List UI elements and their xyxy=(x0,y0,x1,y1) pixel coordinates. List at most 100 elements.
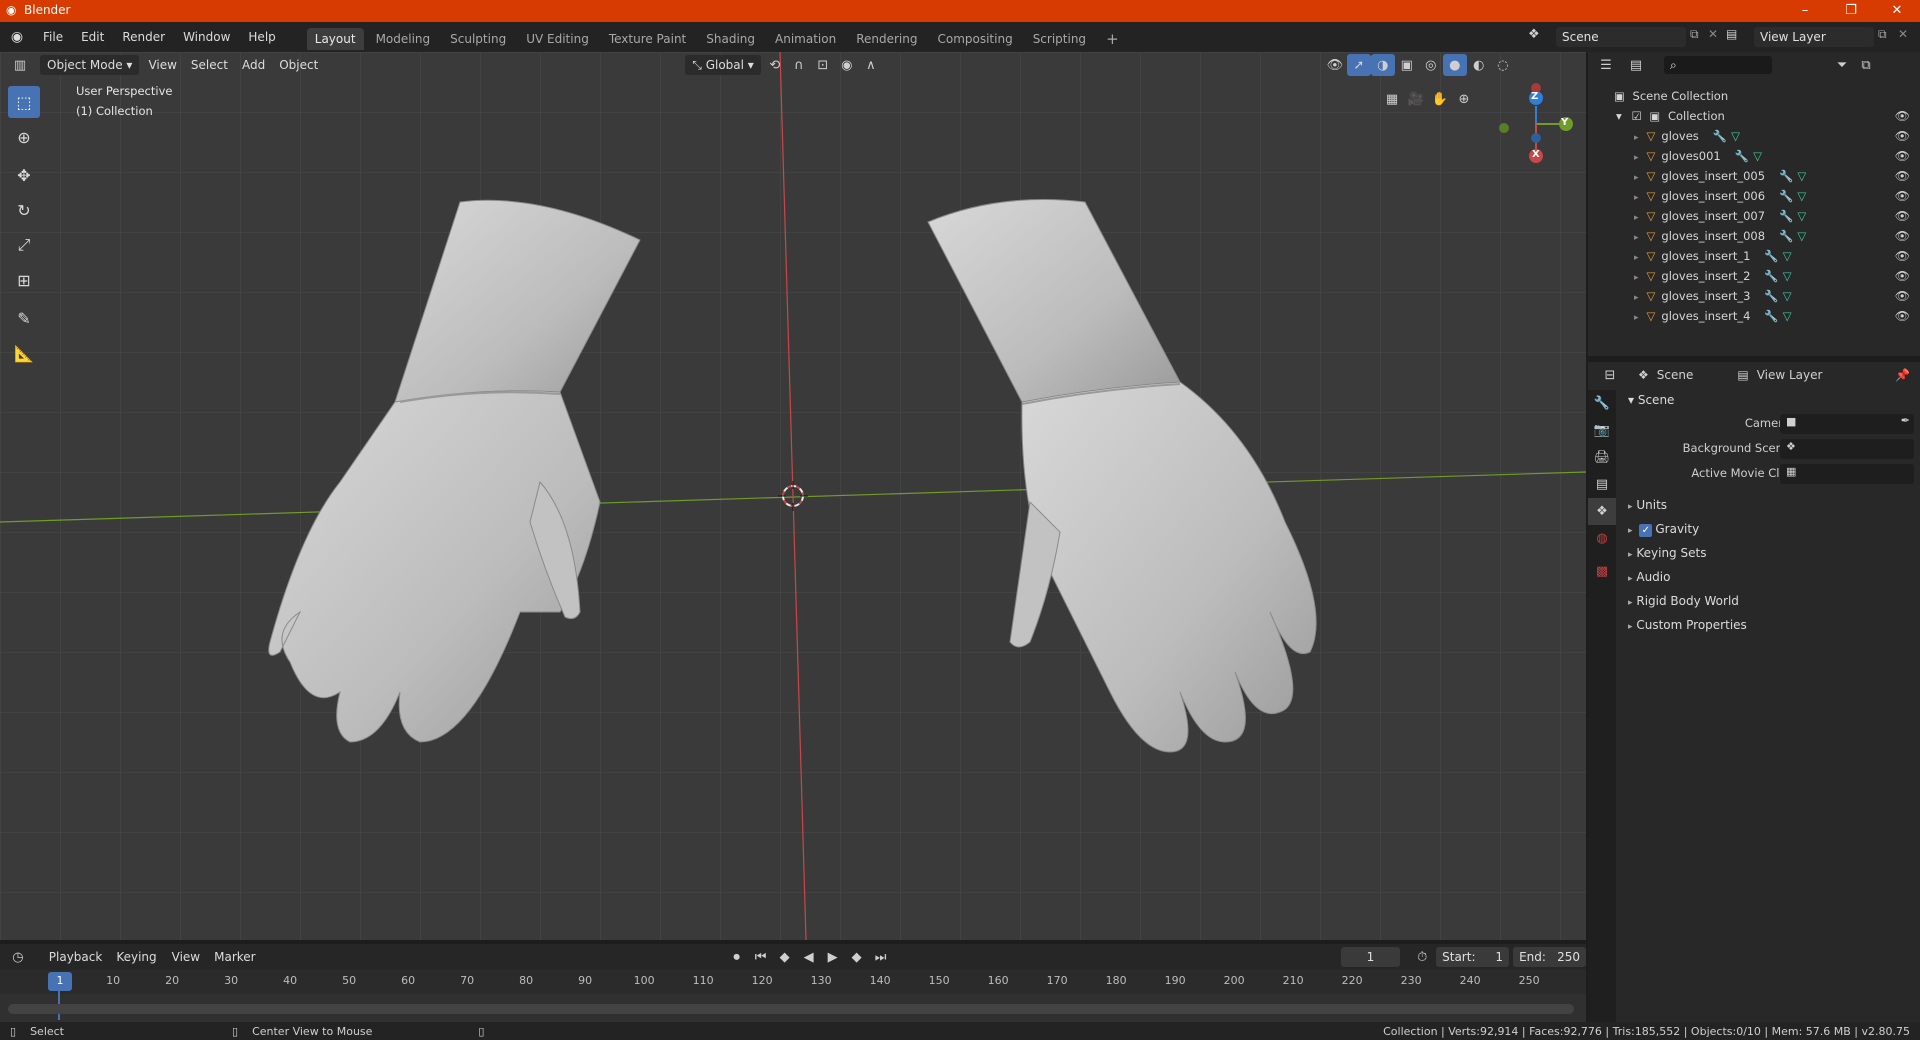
snap-magnet-icon[interactable]: ∩ xyxy=(787,54,811,76)
scene-collection-row[interactable]: ▣ Scene Collection xyxy=(1588,86,1920,106)
zoom-icon[interactable]: ⊕ xyxy=(1452,88,1476,110)
visibility-icon[interactable]: 👁 xyxy=(1323,54,1347,76)
pivot-point-icon[interactable]: ⟲ xyxy=(763,54,787,76)
world-tab-icon[interactable]: ◍ xyxy=(1588,525,1616,552)
menu-file[interactable]: File xyxy=(34,22,72,52)
outliner-object-row[interactable]: ▸ ▽ gloves_insert_4 🔧 ▽ 👁 xyxy=(1588,306,1920,326)
mesh-data-icon[interactable]: ▽ xyxy=(1797,229,1806,243)
view-layer-tab-icon-side[interactable]: ▤ xyxy=(1588,471,1616,498)
rotate-tool-icon[interactable]: ↻ xyxy=(8,194,40,226)
output-tab-icon[interactable]: 🖨 xyxy=(1588,444,1616,471)
eye-icon[interactable]: 👁 xyxy=(1895,206,1910,226)
marker-menu[interactable]: Marker xyxy=(207,947,262,967)
play-icon[interactable]: ▶ xyxy=(821,946,845,968)
expand-arrow-icon[interactable]: ▸ xyxy=(1634,133,1639,143)
jump-end-icon[interactable]: ⏭ xyxy=(869,946,893,968)
property-subsection[interactable]: ▸ Keying Sets xyxy=(1620,541,1920,565)
eye-icon[interactable]: 👁 xyxy=(1895,246,1910,266)
expand-arrow-icon[interactable]: ▸ xyxy=(1634,173,1639,183)
material-shading-icon[interactable]: ◐ xyxy=(1467,54,1491,76)
tab-modeling[interactable]: Modeling xyxy=(368,28,439,50)
new-scene-icon[interactable]: ⧉ xyxy=(1690,27,1699,42)
current-frame-field[interactable]: 1 xyxy=(1340,947,1401,967)
property-subsection[interactable]: ▸ Audio xyxy=(1620,565,1920,589)
minimize-button[interactable]: – xyxy=(1782,0,1828,22)
tab-compositing[interactable]: Compositing xyxy=(929,28,1020,50)
display-mode-icon[interactable]: ▤ xyxy=(1624,54,1648,76)
grid-view-icon[interactable]: ▦ xyxy=(1380,88,1404,110)
maximize-button[interactable]: ❐ xyxy=(1828,0,1874,22)
gizmo-toggle-icon[interactable]: ➚ xyxy=(1346,54,1371,76)
tool-tab-icon[interactable]: 🔧 xyxy=(1588,390,1616,417)
outliner-object-row[interactable]: ▸ ▽ gloves 🔧 ▽ 👁 xyxy=(1588,126,1920,146)
modifier-wrench-icon[interactable]: 🔧 xyxy=(1779,229,1793,243)
eye-icon[interactable]: 👁 xyxy=(1895,286,1910,306)
outliner-object-row[interactable]: ▸ ▽ gloves001 🔧 ▽ 👁 xyxy=(1588,146,1920,166)
timeline-scrollbar[interactable] xyxy=(8,1004,1574,1014)
transform-tool-icon[interactable]: ⊞ xyxy=(8,264,40,296)
eye-icon[interactable]: 👁 xyxy=(1895,306,1910,326)
modifier-wrench-icon[interactable]: 🔧 xyxy=(1713,129,1727,143)
modifier-wrench-icon[interactable]: 🔧 xyxy=(1764,269,1778,283)
pan-hand-icon[interactable]: ✋ xyxy=(1428,88,1452,110)
tab-uv-editing[interactable]: UV Editing xyxy=(518,28,597,50)
modifier-wrench-icon[interactable]: 🔧 xyxy=(1764,249,1778,263)
mesh-data-icon[interactable]: ▽ xyxy=(1797,209,1806,223)
menu-edit[interactable]: Edit xyxy=(72,22,113,52)
expand-arrow-icon[interactable]: ▸ xyxy=(1634,153,1639,163)
keying-menu[interactable]: Keying ▾ xyxy=(109,947,164,984)
modifier-wrench-icon[interactable]: 🔧 xyxy=(1779,189,1793,203)
mesh-data-icon[interactable]: ▽ xyxy=(1797,169,1806,183)
mesh-data-icon[interactable]: ▽ xyxy=(1797,189,1806,203)
eye-icon[interactable]: 👁 xyxy=(1895,166,1910,186)
property-subsection[interactable]: ▸ Custom Properties xyxy=(1620,613,1920,637)
eye-icon[interactable]: 👁 xyxy=(1895,266,1910,286)
modifier-wrench-icon[interactable]: 🔧 xyxy=(1779,169,1793,183)
modifier-wrench-icon[interactable]: 🔧 xyxy=(1764,309,1778,323)
close-button[interactable]: ✕ xyxy=(1874,0,1920,22)
eye-icon[interactable]: 👁 xyxy=(1895,106,1910,126)
timeline-ruler[interactable]: 1 10 20 30 40 50 60 70 80 90 100 110 120 130 140 150 160… xyxy=(0,970,1586,1020)
annotate-tool-icon[interactable]: ✎ xyxy=(8,302,40,334)
view-layer-selector[interactable]: View Layer xyxy=(1754,27,1874,47)
mesh-data-icon[interactable]: ▽ xyxy=(1753,149,1762,163)
expand-arrow-icon[interactable]: ▸ xyxy=(1634,193,1639,203)
cursor-tool-icon[interactable]: ⊕ xyxy=(8,121,40,153)
new-collection-icon[interactable]: ⧉ xyxy=(1854,54,1878,76)
property-subsection[interactable]: ▸ Units xyxy=(1620,493,1920,517)
next-keyframe-icon[interactable]: ◆ xyxy=(845,946,869,968)
expand-arrow-icon[interactable]: ▾ xyxy=(1616,109,1622,123)
eye-icon[interactable]: 👁 xyxy=(1895,146,1910,166)
move-tool-icon[interactable]: ✥ xyxy=(8,159,40,191)
mesh-data-icon[interactable]: ▽ xyxy=(1783,269,1792,283)
scene-selector[interactable]: Scene xyxy=(1556,27,1686,47)
properties-editor-icon[interactable]: ⊟ xyxy=(1598,364,1622,386)
camera-view-icon[interactable]: 🎥 xyxy=(1404,88,1428,110)
blender-menu-icon[interactable]: ◉ xyxy=(0,29,34,45)
stopwatch-icon[interactable]: ⏱ xyxy=(1412,946,1432,968)
right-glove-mesh[interactable] xyxy=(927,199,1317,753)
xray-toggle-icon[interactable]: ▣ xyxy=(1395,54,1419,76)
expand-arrow-icon[interactable]: ▸ xyxy=(1634,213,1639,223)
new-view-layer-icon[interactable]: ⧉ xyxy=(1878,27,1887,42)
modifier-wrench-icon[interactable]: 🔧 xyxy=(1735,149,1749,163)
pin-icon[interactable]: 📌 xyxy=(1895,368,1910,382)
snap-target-icon[interactable]: ⊡ xyxy=(811,54,835,76)
tab-shading[interactable]: Shading xyxy=(698,28,763,50)
play-reverse-icon[interactable]: ◀ xyxy=(797,946,821,968)
tab-sculpting[interactable]: Sculpting xyxy=(442,28,514,50)
camera-field[interactable]: ■ ✒ xyxy=(1780,414,1914,434)
expand-arrow-icon[interactable]: ▸ xyxy=(1634,313,1639,323)
3d-viewport[interactable]: Z Y X User Perspective (1) Collection ▦ … xyxy=(0,52,1586,940)
outliner-object-row[interactable]: ▸ ▽ gloves_insert_005 🔧 ▽ 👁 xyxy=(1588,166,1920,186)
left-glove-mesh[interactable] xyxy=(268,199,641,743)
mesh-data-icon[interactable]: ▽ xyxy=(1783,309,1792,323)
tab-layout[interactable]: Layout xyxy=(306,28,364,50)
texture-tab-icon[interactable]: ▩ xyxy=(1588,558,1616,585)
scene-section-header[interactable]: ▾ Scene xyxy=(1620,388,1920,412)
editor-type-icon[interactable]: ▥ xyxy=(8,54,32,76)
menu-render[interactable]: Render xyxy=(113,22,174,52)
expand-arrow-icon[interactable]: ▸ xyxy=(1634,253,1639,263)
mesh-data-icon[interactable]: ▽ xyxy=(1731,129,1740,143)
property-subsection[interactable]: ▸ ✓ Gravity xyxy=(1620,517,1920,541)
